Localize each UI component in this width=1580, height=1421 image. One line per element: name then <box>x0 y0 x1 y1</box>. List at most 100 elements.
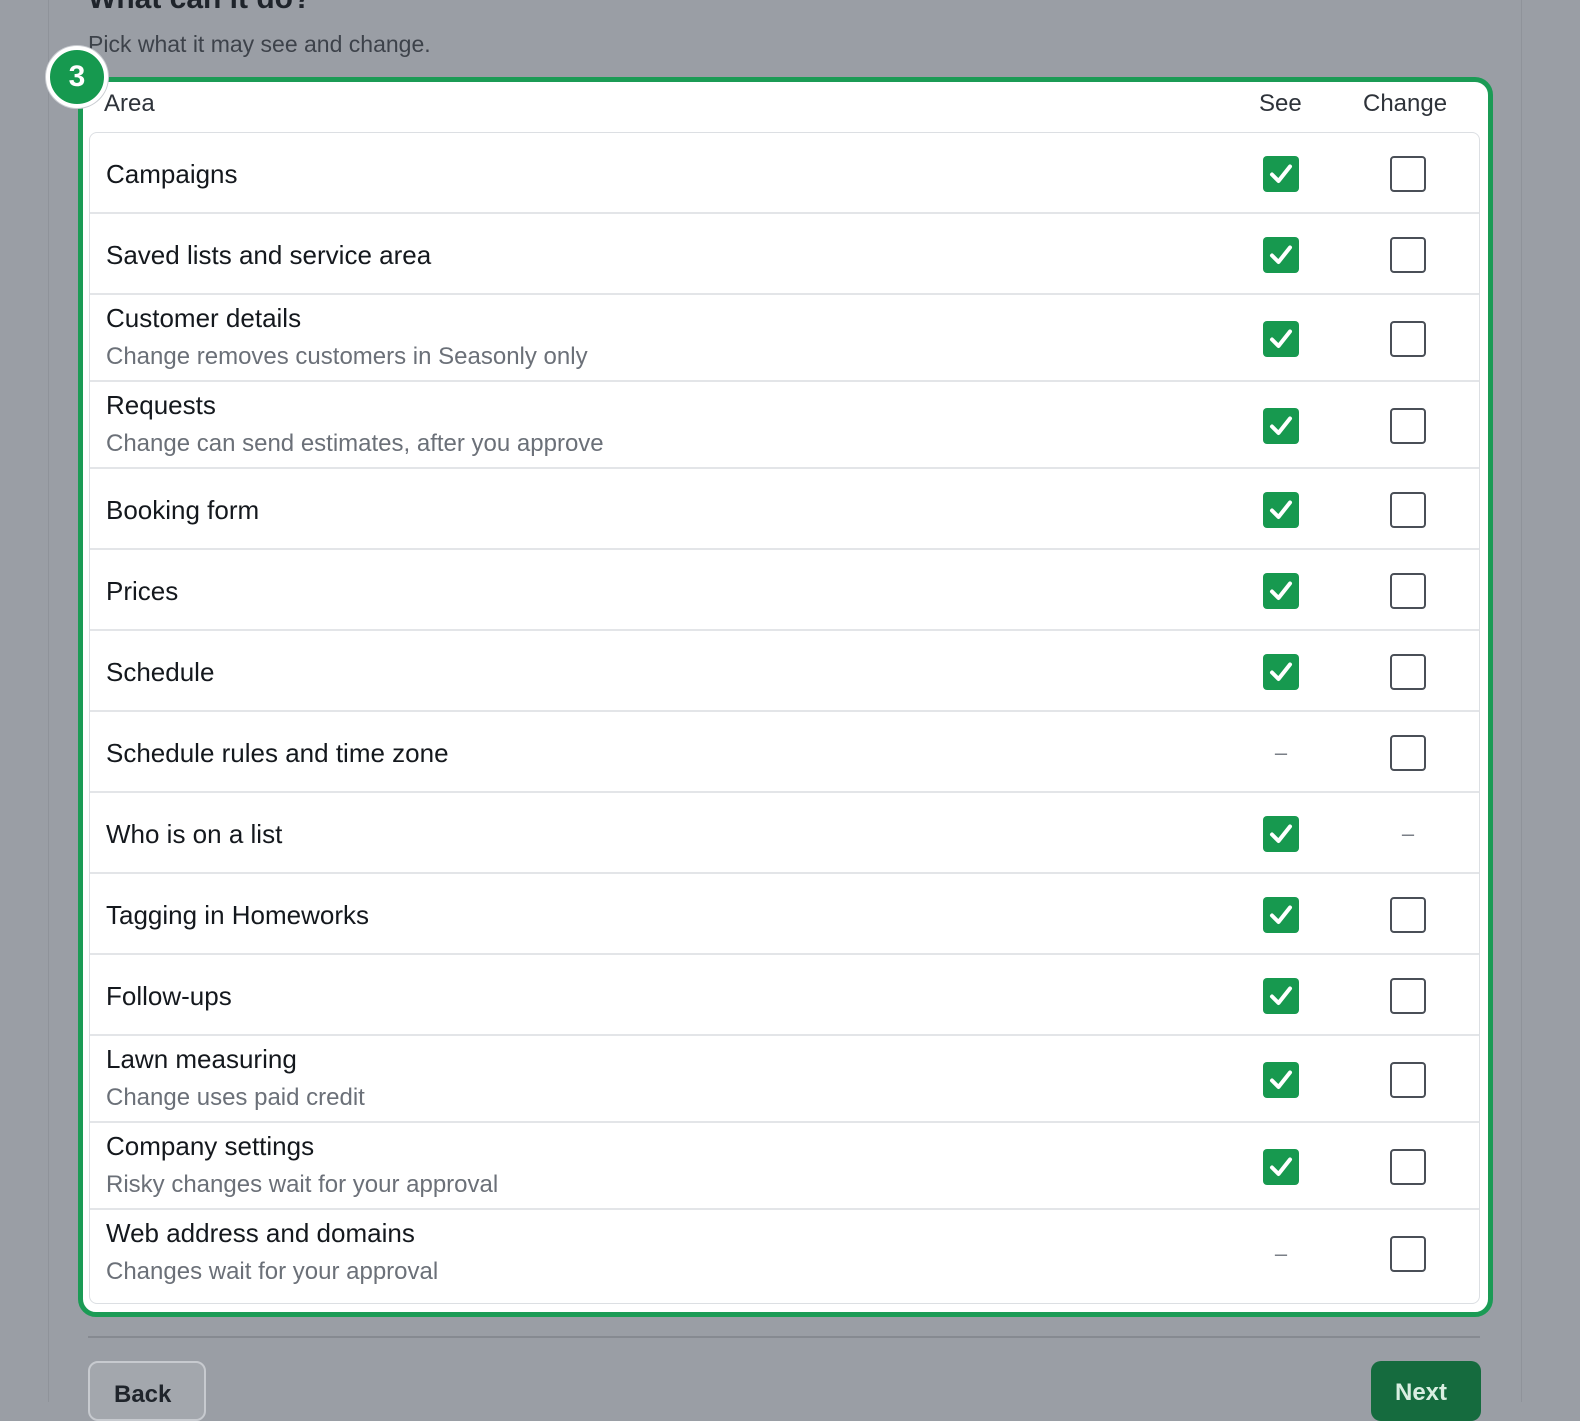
footer-divider <box>88 1336 1480 1338</box>
table-row: Tagging in Homeworks <box>90 874 1479 955</box>
table-row: Campaigns <box>90 133 1479 214</box>
table-row: Customer details Change removes customers… <box>90 295 1479 382</box>
see-checkbox[interactable] <box>1263 408 1299 444</box>
step-badge: 3 <box>46 46 108 108</box>
row-hint: Risky changes wait for your approval <box>106 1171 499 1198</box>
change-cell <box>1389 491 1427 529</box>
not-available-marker: – <box>1274 1241 1288 1266</box>
see-checkbox[interactable] <box>1263 321 1299 357</box>
see-cell <box>1262 896 1300 934</box>
change-checkbox[interactable] <box>1390 978 1426 1014</box>
change-cell <box>1389 320 1427 358</box>
table-header: Area See Change <box>104 86 1474 126</box>
checkmark-icon <box>1270 581 1292 600</box>
see-cell <box>1262 491 1300 529</box>
table-row: Booking form <box>90 469 1479 550</box>
change-cell <box>1389 236 1427 274</box>
change-checkbox[interactable] <box>1390 237 1426 273</box>
change-cell <box>1389 653 1427 691</box>
see-cell <box>1262 155 1300 193</box>
change-checkbox[interactable] <box>1390 492 1426 528</box>
change-cell: – <box>1389 815 1427 853</box>
see-checkbox[interactable] <box>1263 654 1299 690</box>
next-button[interactable]: Next <box>1371 1361 1481 1421</box>
checkmark-icon <box>1270 662 1292 681</box>
change-checkbox[interactable] <box>1390 1236 1426 1272</box>
change-checkbox[interactable] <box>1390 654 1426 690</box>
table-row: Lawn measuring Change uses paid credit <box>90 1036 1479 1123</box>
table-row: Requests Change can send estimates, after… <box>90 382 1479 469</box>
change-checkbox[interactable] <box>1390 1149 1426 1185</box>
row-hint: Change can send estimates, after you app… <box>106 430 604 457</box>
checkmark-icon <box>1270 1070 1292 1089</box>
change-checkbox[interactable] <box>1390 573 1426 609</box>
change-checkbox[interactable] <box>1390 1062 1426 1098</box>
see-checkbox[interactable] <box>1263 156 1299 192</box>
see-cell <box>1262 653 1300 691</box>
see-cell: – <box>1262 1235 1300 1273</box>
table-row: Web address and domains Changes wait for … <box>90 1210 1479 1297</box>
see-checkbox[interactable] <box>1263 237 1299 273</box>
row-label: Booking form <box>106 495 260 525</box>
row-label: Prices <box>106 576 179 606</box>
row-hint: Change removes customers in Seasonly onl… <box>106 343 588 370</box>
row-label: Follow-ups <box>106 981 232 1011</box>
not-available-marker: – <box>1274 740 1288 765</box>
checkmark-icon <box>1270 245 1292 264</box>
section-subtitle: Pick what it may see and change. <box>88 31 431 57</box>
row-label: Customer details <box>106 303 302 333</box>
see-checkbox[interactable] <box>1263 897 1299 933</box>
change-cell <box>1389 896 1427 934</box>
see-cell <box>1262 407 1300 445</box>
row-label: Company settings <box>106 1131 315 1161</box>
checkmark-icon <box>1270 1157 1292 1176</box>
row-label: Who is on a list <box>106 819 283 849</box>
see-checkbox[interactable] <box>1263 978 1299 1014</box>
change-checkbox[interactable] <box>1390 897 1426 933</box>
row-label: Schedule <box>106 657 215 687</box>
row-label: Requests <box>106 390 216 420</box>
checkmark-icon <box>1270 986 1292 1005</box>
row-label: Schedule rules and time zone <box>106 738 449 768</box>
change-checkbox[interactable] <box>1390 735 1426 771</box>
row-label: Tagging in Homeworks <box>106 900 370 930</box>
permissions-table: Campaigns Saved lists and service area Cus… <box>89 132 1480 1304</box>
see-cell <box>1262 815 1300 853</box>
table-row: Company settings Risky changes wait for y… <box>90 1123 1479 1210</box>
row-label: Saved lists and service area <box>106 240 432 270</box>
see-cell: – <box>1262 734 1300 772</box>
row-label: Campaigns <box>106 159 238 189</box>
see-checkbox[interactable] <box>1263 573 1299 609</box>
back-button[interactable]: Back <box>88 1361 206 1421</box>
column-header-change: Change <box>1363 90 1448 117</box>
change-cell <box>1389 1148 1427 1186</box>
change-cell <box>1389 1235 1427 1273</box>
row-hint: Change uses paid credit <box>106 1084 365 1111</box>
table-row: Schedule <box>90 631 1479 712</box>
checkmark-icon <box>1270 824 1292 843</box>
see-cell <box>1262 572 1300 610</box>
see-cell <box>1262 1061 1300 1099</box>
row-label: Lawn measuring <box>106 1044 297 1074</box>
column-header-area: Area <box>104 90 155 117</box>
change-checkbox[interactable] <box>1390 321 1426 357</box>
row-label: Web address and domains <box>106 1218 415 1248</box>
see-checkbox[interactable] <box>1263 1149 1299 1185</box>
checkmark-icon <box>1270 329 1292 348</box>
change-checkbox[interactable] <box>1390 156 1426 192</box>
change-cell <box>1389 1061 1427 1099</box>
see-checkbox[interactable] <box>1263 1062 1299 1098</box>
change-cell <box>1389 977 1427 1015</box>
table-row: Prices <box>90 550 1479 631</box>
change-cell <box>1389 572 1427 610</box>
checkmark-icon <box>1270 164 1292 183</box>
see-checkbox[interactable] <box>1263 492 1299 528</box>
not-available-marker: – <box>1401 821 1415 846</box>
see-cell <box>1262 977 1300 1015</box>
checkmark-icon <box>1270 905 1292 924</box>
checkmark-icon <box>1270 416 1292 435</box>
row-hint: Changes wait for your approval <box>106 1258 439 1285</box>
change-checkbox[interactable] <box>1390 408 1426 444</box>
see-checkbox[interactable] <box>1263 816 1299 852</box>
see-cell <box>1262 236 1300 274</box>
